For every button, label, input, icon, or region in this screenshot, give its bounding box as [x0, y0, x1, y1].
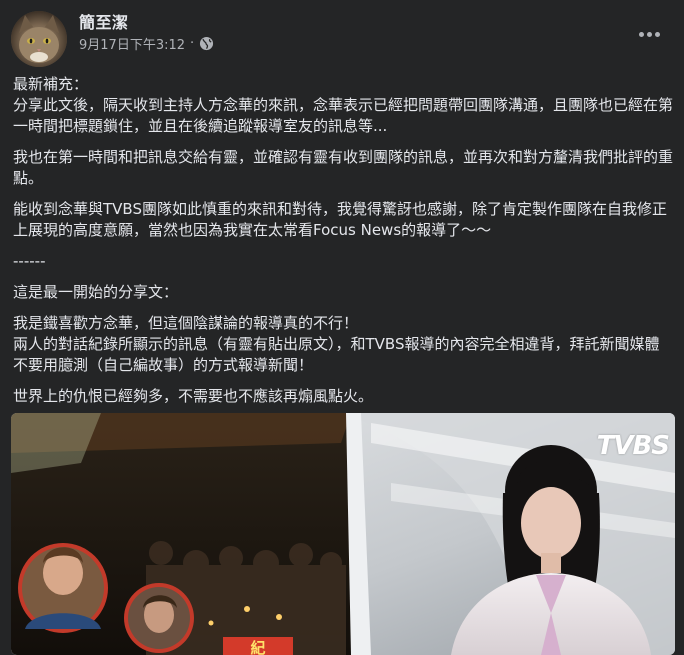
meta-separator: ·: [190, 36, 195, 51]
post-paragraph: 能收到念華與TVBS團隊如此慎重的來訊和對待，我覺得驚訝也感謝，除了肯定製作團隊…: [13, 200, 667, 239]
news-broadcast-image: 紀: [11, 413, 675, 655]
author-name[interactable]: 簡至潔: [79, 9, 129, 33]
post-header: 簡至潔 9月17日下午3:12 ·: [11, 8, 673, 67]
post-paragraph: 這是最一開始的分享文：: [13, 283, 179, 301]
cat-avatar-image: [11, 11, 67, 67]
post-body: 最新補充： 分享此文後，隔天收到主持人方念華的來訊，念華表示已經把問題帶回團隊溝…: [13, 74, 673, 417]
post-meta: 9月17日下午3:12 ·: [79, 34, 214, 53]
more-options-icon[interactable]: [631, 22, 667, 46]
post-paragraph: 我是鐵喜歡方念華，但這個陰謀論的報導真的不行！ 兩人的對話紀錄所顯示的訊息（有靈…: [13, 314, 660, 374]
post-card: 簡至潔 9月17日下午3:12 · 最新補充： 分享此文後，隔天收到主持人方念華…: [0, 0, 684, 655]
post-video-thumbnail[interactable]: 紀 TVBS: [11, 413, 675, 655]
post-paragraph: 世界上的仇恨已經夠多，不需要也不應該再煽風點火。: [13, 387, 374, 405]
tvbs-logo: TVBS: [596, 431, 670, 461]
globe-icon[interactable]: [199, 36, 214, 51]
avatar[interactable]: [11, 11, 67, 67]
caption-fragment: 紀: [250, 639, 265, 655]
more-dot: [638, 31, 644, 37]
more-dot: [654, 31, 660, 37]
post-paragraph: 我也在第一時間和把訊息交給有靈，並確認有靈有收到團隊的訊息，並再次和對方釐清我們…: [13, 148, 674, 187]
more-dot: [646, 31, 652, 37]
post-timestamp[interactable]: 9月17日下午3:12: [79, 34, 185, 53]
post-paragraph: ------: [13, 252, 46, 270]
post-paragraph: 最新補充： 分享此文後，隔天收到主持人方念華的來訊，念華表示已經把問題帶回團隊溝…: [13, 75, 674, 135]
